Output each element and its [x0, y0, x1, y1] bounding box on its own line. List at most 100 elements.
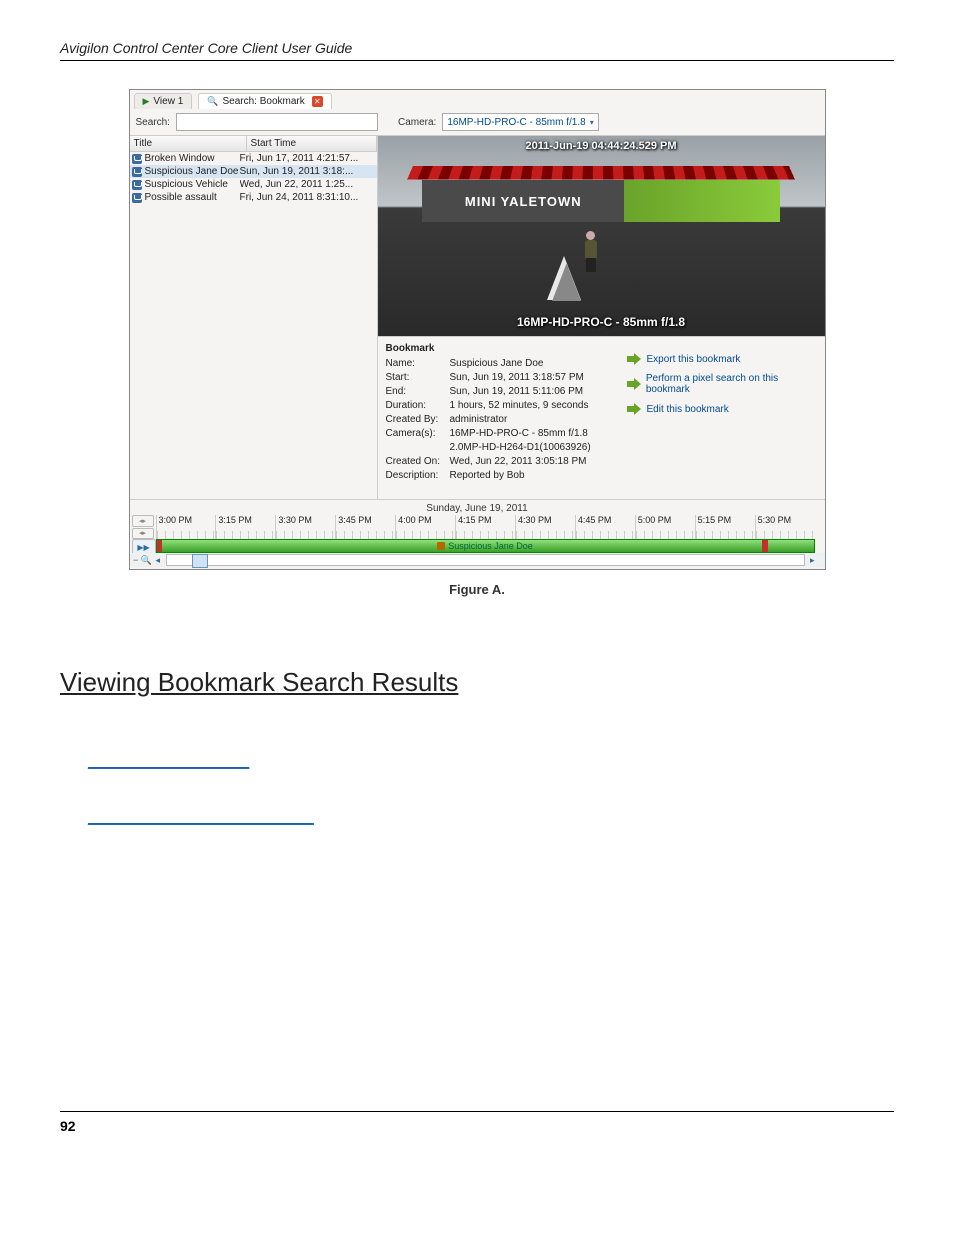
camera-select[interactable]: 16MP-HD-PRO-C - 85mm f/1.8 ▾ — [442, 113, 598, 131]
v-createdby: administrator — [450, 413, 607, 427]
body-text: ____________________ ___________________… — [60, 722, 894, 871]
action-edit-label: Edit this bookmark — [647, 404, 729, 415]
k-end: End: — [386, 385, 450, 399]
row-title: Broken Window — [145, 153, 240, 164]
k-duration: Duration: — [386, 399, 450, 413]
v-camera1: 16MP-HD-PRO-C - 85mm f/1.8 — [450, 427, 607, 441]
tl-tick: 5:00 PM — [635, 515, 695, 539]
list-item[interactable]: Possible assault Fri, Jun 24, 2011 8:31:… — [130, 191, 377, 204]
row-title: Suspicious Jane Doe — [145, 166, 240, 177]
search-icon: 🔍 — [207, 96, 218, 107]
page-footer: 92 — [60, 1111, 894, 1134]
col-start-time[interactable]: Start Time — [247, 136, 377, 151]
tl-tick: 5:15 PM — [695, 515, 755, 539]
timeline-zoom-controls[interactable]: − 🔍 — [132, 553, 154, 567]
tl-tick: 3:30 PM — [275, 515, 335, 539]
v-createdon: Wed, Jun 22, 2011 3:05:18 PM — [450, 455, 607, 469]
tl-tick: 4:45 PM — [575, 515, 635, 539]
tabs-bar: ▶ View 1 🔍 Search: Bookmark ✕ — [130, 90, 825, 109]
bookmark-icon — [437, 542, 445, 550]
list-item[interactable]: Broken Window Fri, Jun 17, 2011 4:21:57.… — [130, 152, 377, 165]
list-item[interactable]: Suspicious Jane Doe Sun, Jun 19, 2011 3:… — [130, 165, 377, 178]
detail-heading: Bookmark — [386, 343, 607, 354]
bookmark-icon — [132, 167, 142, 177]
v-description: Reported by Bob — [450, 469, 607, 483]
v-name: Suspicious Jane Doe — [450, 357, 607, 371]
k-cameras: Camera(s): — [386, 427, 450, 441]
store-sign: MINI YALETOWN — [422, 180, 624, 222]
k-start: Start: — [386, 371, 450, 385]
action-pixel-label: Perform a pixel search on this bookmark — [646, 373, 817, 395]
timeline-bar-label: Suspicious Jane Doe — [448, 541, 533, 551]
tl-tick: 3:00 PM — [156, 515, 216, 539]
action-export-label: Export this bookmark — [647, 354, 741, 365]
tab-view-label: View 1 — [153, 96, 183, 107]
tl-tick: 4:00 PM — [395, 515, 455, 539]
v-end: Sun, Jun 19, 2011 5:11:06 PM — [450, 385, 607, 399]
list-header: Title Start Time — [130, 136, 377, 152]
body-link-2[interactable]: ____________________________ — [88, 810, 314, 826]
body-link-1[interactable]: ____________________ — [88, 754, 249, 770]
k-name: Name: — [386, 357, 450, 371]
tab-search-label: Search: Bookmark — [222, 96, 304, 107]
tab-search-bookmark[interactable]: 🔍 Search: Bookmark ✕ — [198, 93, 331, 109]
video-preview[interactable]: MINI YALETOWN 2011-Jun-19 04:44:24.529 P… — [378, 136, 825, 336]
timeline-scrollbar-thumb[interactable] — [192, 554, 208, 568]
action-edit-bookmark[interactable]: Edit this bookmark — [627, 403, 817, 415]
tl-tick: 4:30 PM — [515, 515, 575, 539]
timeline-bookmark-bar[interactable]: Suspicious Jane Doe — [156, 539, 815, 553]
timeline-scale[interactable]: ◂▸ ◂▸ 3:00 PM 3:15 PM 3:30 PM 3:45 PM 4:… — [130, 515, 825, 539]
v-duration: 1 hours, 52 minutes, 9 seconds — [450, 399, 607, 413]
results-list: Title Start Time Broken Window Fri, Jun … — [130, 136, 378, 499]
camera-select-value: 16MP-HD-PRO-C - 85mm f/1.8 — [447, 117, 585, 128]
person-figure — [583, 231, 599, 271]
timeline-scroll-right[interactable]: ▸ — [805, 555, 815, 566]
k-createdon: Created On: — [386, 455, 450, 469]
action-export-bookmark[interactable]: Export this bookmark — [627, 353, 817, 365]
bookmark-icon — [132, 154, 142, 164]
bookmark-icon — [132, 180, 142, 190]
play-icon: ▶ — [143, 96, 150, 107]
arrow-right-icon — [627, 378, 640, 390]
list-item[interactable]: Suspicious Vehicle Wed, Jun 22, 2011 1:2… — [130, 178, 377, 191]
k-createdby: Created By: — [386, 413, 450, 427]
camera-label: Camera: — [398, 117, 436, 128]
close-icon[interactable]: ✕ — [312, 96, 323, 107]
col-title[interactable]: Title — [130, 136, 247, 151]
row-title: Possible assault — [145, 192, 240, 203]
timeline-scrollbar[interactable] — [166, 554, 805, 566]
tl-tick: 4:15 PM — [455, 515, 515, 539]
timeline-nav-button[interactable]: ◂▸ — [132, 515, 154, 527]
sign-board — [547, 256, 581, 300]
k-description: Description: — [386, 469, 450, 483]
search-row: Search: Camera: 16MP-HD-PRO-C - 85mm f/1… — [130, 109, 825, 136]
awning-graphic — [407, 166, 794, 180]
app-screenshot: ▶ View 1 🔍 Search: Bookmark ✕ Search: Ca… — [129, 89, 826, 570]
chevron-down-icon: ▾ — [590, 118, 594, 127]
row-start: Fri, Jun 24, 2011 8:31:10... — [240, 192, 375, 203]
bookmark-details: Bookmark Name:Suspicious Jane Doe Start:… — [378, 336, 825, 499]
timeline-nav-button[interactable]: ◂▸ — [132, 528, 154, 540]
action-pixel-search[interactable]: Perform a pixel search on this bookmark — [627, 373, 817, 395]
arrow-right-icon — [627, 403, 641, 415]
timeline-scroll-left[interactable]: ◂ — [156, 555, 166, 566]
video-timestamp: 2011-Jun-19 04:44:24.529 PM — [525, 140, 676, 152]
bookmark-icon — [132, 193, 142, 203]
timeline-date: Sunday, June 19, 2011 — [130, 502, 825, 515]
figure-label: Figure A. — [60, 582, 894, 597]
row-start: Wed, Jun 22, 2011 1:25... — [240, 179, 375, 190]
row-start: Sun, Jun 19, 2011 3:18:... — [240, 166, 375, 177]
tl-tick: 3:15 PM — [215, 515, 275, 539]
tab-view[interactable]: ▶ View 1 — [134, 93, 193, 109]
search-label: Search: — [136, 117, 170, 128]
row-start: Fri, Jun 17, 2011 4:21:57... — [240, 153, 375, 164]
v-start: Sun, Jun 19, 2011 3:18:57 PM — [450, 371, 607, 385]
row-title: Suspicious Vehicle — [145, 179, 240, 190]
tl-tick: 3:45 PM — [335, 515, 395, 539]
video-camera-label: 16MP-HD-PRO-C - 85mm f/1.8 — [517, 315, 685, 329]
tl-tick: 5:30 PM — [755, 515, 815, 539]
section-heading: Viewing Bookmark Search Results — [60, 667, 894, 698]
v-camera2: 2.0MP-HD-H264-D1(10063926) — [450, 441, 607, 455]
page-header: Avigilon Control Center Core Client User… — [60, 40, 894, 61]
search-input[interactable] — [176, 113, 378, 131]
